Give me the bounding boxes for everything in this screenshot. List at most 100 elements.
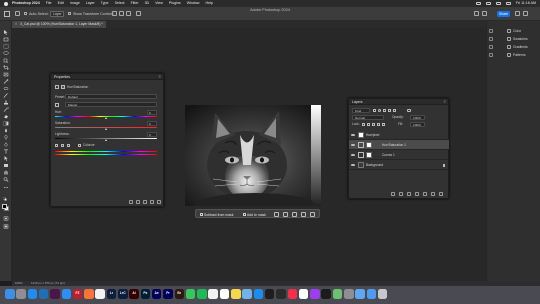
menu-layer[interactable]: Layer	[86, 0, 95, 7]
invert-mask-icon[interactable]	[274, 212, 279, 217]
colorize-checkbox[interactable]	[78, 144, 81, 147]
toggle-visibility-icon[interactable]	[150, 200, 154, 204]
blend-mode-dropdown[interactable]: Normal	[352, 115, 384, 120]
link-layers-icon[interactable]	[391, 192, 395, 196]
menu-select[interactable]: Select	[115, 0, 125, 7]
lock-pixels-icon[interactable]	[367, 123, 370, 126]
mask-icon[interactable]	[61, 85, 65, 89]
auto-select-dropdown[interactable]: Layer	[50, 11, 65, 17]
menu-type[interactable]: Type	[101, 0, 109, 7]
search-icon[interactable]	[474, 11, 479, 16]
share-button[interactable]: Share	[497, 10, 510, 17]
dock-app-photos[interactable]	[208, 289, 218, 299]
hue-slider-thumb[interactable]	[105, 117, 107, 119]
filter-shape-icon[interactable]	[388, 109, 391, 112]
patterns-panel-tab[interactable]: Patterns	[507, 52, 526, 58]
dock-app-app-store[interactable]	[253, 289, 264, 299]
eyedropper-plus-icon[interactable]	[61, 144, 64, 147]
swatches-panel-tab[interactable]: Swatches	[507, 36, 528, 42]
dock-app-slack[interactable]	[50, 289, 60, 299]
app-menu[interactable]: Photoshop 2024	[12, 0, 40, 7]
lock-transparent-icon[interactable]	[362, 123, 365, 126]
filter-adjustment-icon[interactable]	[378, 109, 381, 112]
apple-menu-icon[interactable]	[4, 1, 8, 6]
layer-name[interactable]: Curves 1	[382, 150, 395, 160]
filter-pixel-icon[interactable]	[373, 109, 376, 112]
menu-edit[interactable]: Edit	[58, 0, 64, 7]
menu-file[interactable]: File	[46, 0, 52, 7]
home-icon[interactable]	[4, 11, 10, 17]
menu-view[interactable]: View	[155, 0, 163, 7]
search-icon[interactable]	[495, 2, 501, 5]
reset-icon[interactable]	[292, 212, 297, 217]
eraser-tool-icon[interactable]	[3, 114, 9, 119]
frame-tool-icon[interactable]	[3, 72, 9, 77]
dock-app-terminal[interactable]	[276, 289, 286, 299]
opacity-field[interactable]: 100%	[410, 115, 425, 120]
menu-filter[interactable]: Filter	[131, 0, 139, 7]
color-panel-tab[interactable]: Color	[507, 28, 521, 34]
properties-icon[interactable]	[489, 53, 493, 57]
panel-menu-icon[interactable]: ≡	[159, 74, 161, 80]
layer-row[interactable]: Curves 1	[349, 150, 449, 160]
auto-select-checkbox[interactable]	[24, 12, 27, 15]
reset-adjustment-icon[interactable]	[143, 200, 147, 204]
edit-toolbar-icon[interactable]	[3, 185, 9, 190]
visibility-eye-icon[interactable]	[351, 163, 355, 166]
dock-app-launchpad[interactable]	[16, 289, 26, 299]
dock-app-spotify[interactable]	[197, 289, 207, 299]
more-icon[interactable]	[310, 212, 315, 217]
filter-type-icon[interactable]	[383, 109, 386, 112]
hand-tool-icon[interactable]	[3, 170, 9, 175]
history-icon[interactable]	[489, 29, 493, 33]
add-mask-icon[interactable]	[407, 192, 411, 196]
lock-all-icon[interactable]	[382, 123, 385, 126]
workspace-icon[interactable]	[482, 11, 487, 16]
dock-app-safari[interactable]	[27, 289, 38, 299]
saturation-value-field[interactable]: 0	[147, 121, 157, 126]
screen-mode-icon[interactable]	[3, 224, 9, 229]
dock-app-finder[interactable]	[5, 289, 15, 299]
layer-mask-thumbnail[interactable]	[366, 152, 372, 158]
foreground-color-swatch[interactable]	[2, 204, 7, 209]
cloud-icon[interactable]	[523, 11, 528, 16]
fx-icon[interactable]	[399, 192, 403, 196]
new-group-icon[interactable]	[423, 192, 427, 196]
zoom-tool-icon[interactable]	[3, 177, 9, 182]
layer-mask-thumbnail[interactable]	[366, 142, 372, 148]
dock-app-reminders[interactable]	[298, 289, 309, 299]
dock-app-photoshop[interactable]: Ps	[140, 289, 151, 299]
dock-app-preview[interactable]	[242, 289, 252, 299]
visibility-eye-icon[interactable]	[351, 153, 355, 156]
add-to-mask-button[interactable]: Add to mask	[243, 212, 266, 218]
delete-layer-icon[interactable]	[439, 192, 443, 196]
subtract-from-mask-button[interactable]: Subtract from mask	[200, 212, 233, 218]
pen-tool-icon[interactable]	[3, 142, 9, 147]
filter-smart-object-icon[interactable]	[393, 109, 396, 112]
dock-app-finder-folder[interactable]	[355, 289, 365, 299]
lock-artboard-icon[interactable]	[377, 123, 380, 126]
dock-app-after-effects[interactable]: Ae	[151, 289, 162, 299]
preset-dropdown[interactable]: Default	[65, 94, 157, 99]
dock-app-messages[interactable]	[185, 289, 196, 299]
menu-window[interactable]: Window	[187, 0, 200, 7]
dock-app-downloads[interactable]	[366, 289, 377, 299]
brush-tool-icon[interactable]	[3, 93, 9, 98]
gradient-tool-icon[interactable]	[3, 121, 9, 126]
gradients-panel-tab[interactable]: Gradients	[507, 44, 528, 50]
close-tab-icon[interactable]: ×	[15, 21, 17, 28]
new-layer-icon[interactable]	[431, 192, 435, 196]
dock-app-lightroom-classic[interactable]: LrC	[118, 289, 128, 299]
rectangle-tool-icon[interactable]	[3, 163, 9, 168]
lock-position-icon[interactable]	[372, 123, 375, 126]
layer-name[interactable]: Background	[366, 160, 383, 170]
history-brush-tool-icon[interactable]	[3, 107, 9, 112]
dock-app-chrome[interactable]	[95, 289, 105, 299]
layer-row[interactable]: Hue/pixel	[349, 130, 449, 140]
marquee-tool-icon[interactable]	[3, 44, 9, 49]
lightness-value-field[interactable]: 0	[147, 132, 157, 137]
menu-image[interactable]: Image	[70, 0, 80, 7]
properties-header[interactable]: Properties ≡	[51, 74, 163, 80]
visibility-eye-icon[interactable]	[351, 143, 355, 146]
more-options-icon[interactable]	[136, 11, 141, 16]
